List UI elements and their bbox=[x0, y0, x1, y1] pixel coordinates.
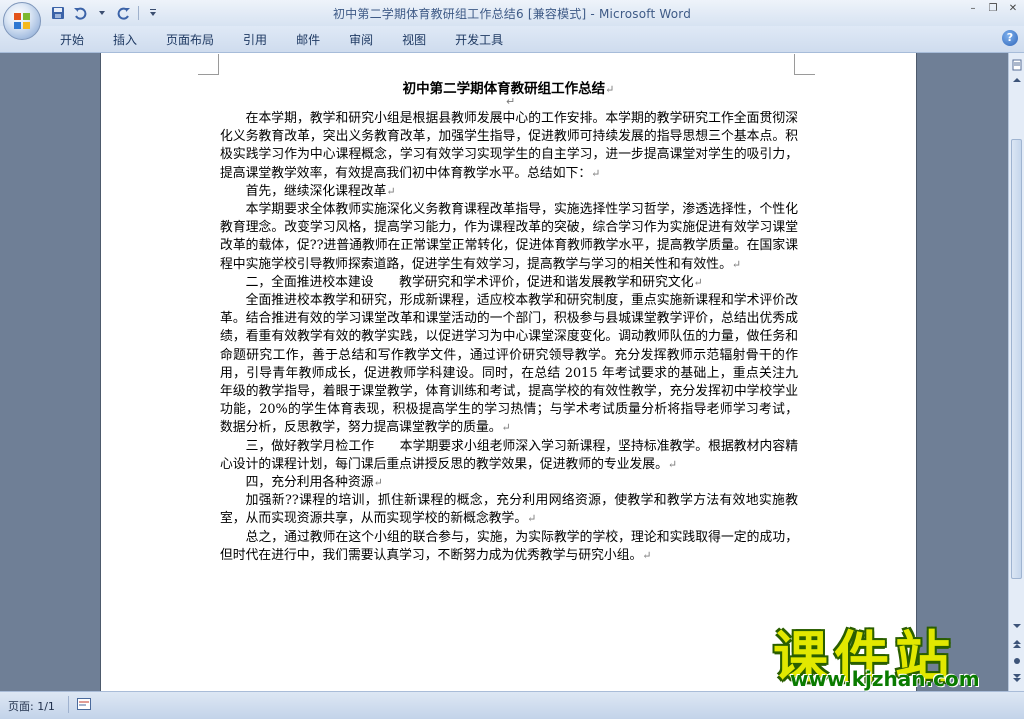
vertical-scrollbar[interactable] bbox=[1008, 53, 1024, 691]
status-bar: 页面: 1/1 bbox=[0, 691, 1024, 719]
tab-references[interactable]: 引用 bbox=[243, 31, 281, 49]
paragraph: 全面推进校本教学和研究，形成新课程，适应校本教学和研究制度，重点实施新课程和学术… bbox=[220, 293, 798, 436]
ribbon-tab-bar: 开始 插入 页面布局 引用 邮件 审阅 视图 开发工具 ? bbox=[0, 26, 1024, 53]
document-body: 在本学期，教学和研究小组是根据县教师发展中心的工作安排。本学期的教学研究工作全面… bbox=[220, 110, 798, 565]
minimize-button[interactable]: – bbox=[966, 2, 980, 16]
scroll-down-icon[interactable] bbox=[1010, 621, 1024, 635]
document-title: 初中第二学期体育教研组工作总结↵ bbox=[402, 81, 615, 97]
browse-object-icon[interactable] bbox=[1010, 656, 1024, 670]
document-page[interactable]: 初中第二学期体育教研组工作总结↵ ↵ 在本学期，教学和研究小组是根据县教师发展中… bbox=[100, 53, 917, 691]
tab-insert[interactable]: 插入 bbox=[113, 31, 151, 49]
document-area: 初中第二学期体育教研组工作总结↵ ↵ 在本学期，教学和研究小组是根据县教师发展中… bbox=[0, 53, 1008, 691]
heading-paragraph: 四，充分利用各种资源↵ bbox=[245, 475, 383, 491]
help-icon[interactable]: ? bbox=[1002, 30, 1018, 46]
paragraph: 本学期要求全体教师实施深化义务教育课程改革指导，实施选择性学习哲学，渗透选择性，… bbox=[220, 202, 798, 272]
scroll-up-icon[interactable] bbox=[1010, 75, 1024, 89]
tab-mailings[interactable]: 邮件 bbox=[296, 31, 334, 49]
next-page-icon[interactable] bbox=[1010, 673, 1024, 687]
undo-dropdown-icon[interactable] bbox=[94, 5, 110, 21]
tab-review[interactable]: 审阅 bbox=[349, 31, 387, 49]
watermark-url: www.kjzhan.com bbox=[790, 667, 980, 691]
paragraph: 三，做好教学月检工作 本学期要求小组老师深入学习新课程，坚持标准教学。根据教材内… bbox=[220, 438, 798, 472]
undo-icon[interactable] bbox=[72, 5, 88, 21]
empty-paragraph-mark: ↵ bbox=[506, 95, 516, 108]
window-controls: – ❐ ✕ bbox=[966, 2, 1020, 16]
page-count[interactable]: 页面: 1/1 bbox=[8, 698, 55, 714]
office-button[interactable] bbox=[3, 2, 41, 40]
paragraph: 加强新??课程的培训，抓住新课程的概念，充分利用网络资源，使教学和教学方法有效地… bbox=[220, 493, 798, 527]
paragraph-mark: ↵ bbox=[605, 83, 615, 96]
quick-access-toolbar bbox=[50, 4, 161, 22]
tab-developer[interactable]: 开发工具 bbox=[455, 31, 517, 49]
tab-page-layout[interactable]: 页面布局 bbox=[166, 31, 228, 49]
ruler-toggle-icon[interactable] bbox=[1010, 59, 1024, 73]
tab-view[interactable]: 视图 bbox=[402, 31, 440, 49]
ribbon-tabs: 开始 插入 页面布局 引用 邮件 审阅 视图 开发工具 bbox=[60, 31, 532, 49]
save-icon[interactable] bbox=[50, 5, 66, 21]
redo-icon[interactable] bbox=[116, 5, 132, 21]
restore-button[interactable]: ❐ bbox=[986, 2, 1000, 16]
paragraph: 在本学期，教学和研究小组是根据县教师发展中心的工作安排。本学期的教学研究工作全面… bbox=[220, 111, 798, 181]
status-separator bbox=[68, 696, 69, 713]
previous-page-icon[interactable] bbox=[1010, 639, 1024, 653]
toolbar-separator bbox=[138, 6, 139, 20]
office-logo-icon bbox=[14, 13, 30, 29]
customize-toolbar-icon[interactable] bbox=[145, 5, 161, 21]
scrollbar-thumb[interactable] bbox=[1011, 139, 1022, 579]
tab-home[interactable]: 开始 bbox=[60, 31, 98, 49]
close-button[interactable]: ✕ bbox=[1006, 2, 1020, 16]
heading-paragraph: 二，全面推进校本建设 教学研究和学术评价，促进和谐发展教学和研究文化↵ bbox=[245, 274, 703, 290]
heading-paragraph: 首先，继续深化课程改革↵ bbox=[245, 183, 396, 199]
paragraph: 总之，通过教师在这个小组的联合参与，实施，为实际教学的学校，理论和实践取得一定的… bbox=[220, 529, 798, 563]
margin-corner-left bbox=[198, 54, 219, 75]
margin-corner-right bbox=[794, 54, 815, 75]
proofing-icon[interactable] bbox=[77, 698, 91, 710]
